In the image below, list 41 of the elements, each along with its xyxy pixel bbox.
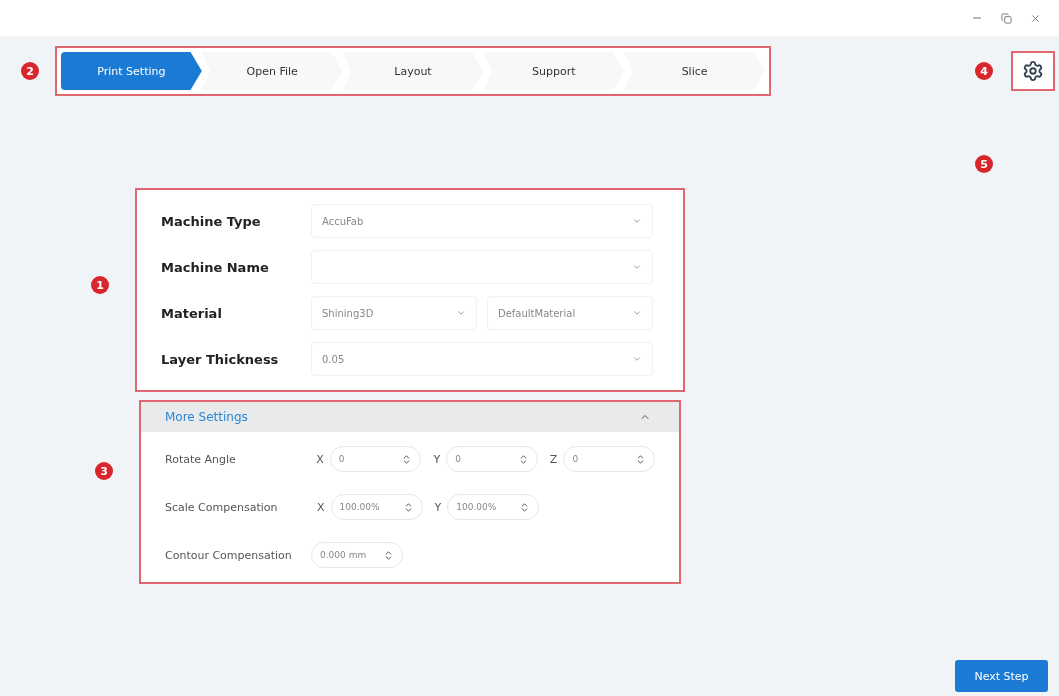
caret-icon <box>632 308 642 318</box>
annotation-marker: 1 <box>91 276 109 294</box>
annotation-marker: 3 <box>95 462 113 480</box>
axis-label: Z <box>549 452 558 466</box>
dropdown[interactable]: AccuFab <box>311 204 653 238</box>
annotation-marker: 2 <box>21 62 39 80</box>
caret-icon <box>632 216 642 226</box>
more-settings-header[interactable]: More Settings <box>141 402 679 432</box>
spinner-arrows-icon <box>383 549 394 561</box>
caret-icon <box>456 308 466 318</box>
settings-button[interactable] <box>1011 51 1055 91</box>
axis-label: X <box>317 500 325 514</box>
field-label: Material <box>161 305 223 321</box>
restore-icon <box>1001 12 1012 24</box>
close-button[interactable] <box>1030 12 1041 24</box>
annotation-marker: 4 <box>975 62 993 80</box>
setting-label: Scale Compensation <box>165 500 279 514</box>
field-label: Layer Thickness <box>161 351 280 367</box>
restore-button[interactable] <box>1001 12 1012 24</box>
field-label: Machine Name <box>161 259 270 275</box>
next-step-button[interactable]: Next Step <box>955 660 1048 692</box>
caret-icon <box>632 262 642 272</box>
close-icon <box>1030 12 1041 24</box>
setting-label: Contour Compensation <box>165 548 293 562</box>
caret-icon <box>632 354 642 364</box>
step-tab[interactable]: Support <box>483 52 625 90</box>
field-label: Machine Type <box>161 213 262 229</box>
dropdown[interactable]: DefaultMaterial <box>487 296 653 330</box>
step-tab[interactable]: Print Setting <box>61 52 202 90</box>
dropdown[interactable]: Shining3D <box>311 296 477 330</box>
spinner-arrows-icon <box>635 453 646 465</box>
step-tab[interactable]: Slice <box>624 52 765 90</box>
axis-label: Y <box>434 500 442 514</box>
setting-label: Rotate Angle <box>165 452 237 466</box>
step-tab[interactable]: Open File <box>201 52 343 90</box>
annotation-marker: 5 <box>975 155 993 173</box>
step-tab[interactable]: Layout <box>342 52 484 90</box>
settings-icon <box>1022 60 1044 82</box>
axis-label: Y <box>433 452 441 466</box>
dropdown[interactable]: 0.05 <box>311 342 653 376</box>
axis-label: X <box>316 452 324 466</box>
